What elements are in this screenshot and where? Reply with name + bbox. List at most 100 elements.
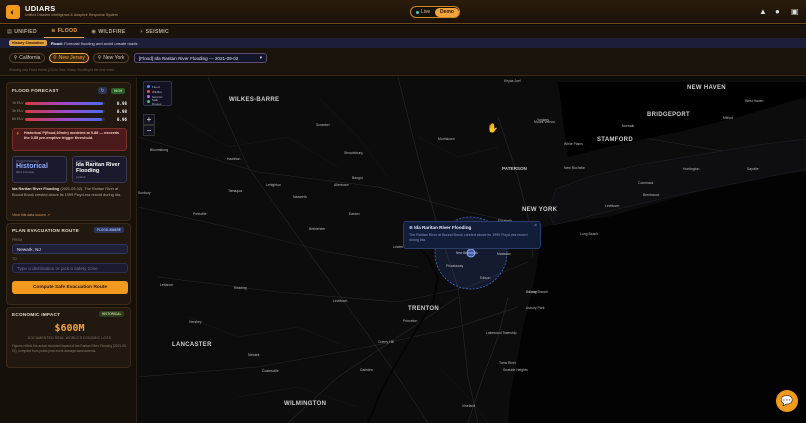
legend-dot [147,95,150,98]
state-chip-california[interactable]: ⚲ California [9,53,45,63]
scenario-popup: ≋ Ida Raritan River Flooding The Raritan… [403,221,541,249]
warning-icon[interactable]: ▲ [759,7,767,16]
tab-label: FLOOD [57,28,78,34]
tab-unified[interactable]: ▤ UNIFIED [0,25,44,38]
refresh-icon[interactable]: ↻ [98,87,107,94]
history-simulation-badge: History Simulation [9,40,47,46]
town-label: Easton [349,212,360,216]
tab-label: SEISMIC [145,28,170,35]
tab-seismic[interactable]: ⚡ SEISMIC [133,25,176,38]
city-label: WILKES-BARRE [229,97,280,103]
mode-live-option[interactable]: Live [411,9,435,15]
top-header: ◐ UDIARS Unified Disaster Intelligence &… [0,0,806,24]
forecast-row-value: 0.98 [116,108,127,114]
info-icon[interactable]: ● [775,7,780,16]
town-label: Levittown [605,204,620,208]
legend-dot [147,90,150,93]
app-logo-icon: ◐ [6,4,20,19]
economic-loss-caption: DOCUMENTED REAL-WORLD ECONOMIC LOSS [27,336,112,340]
legend-label: Safe Routes [151,97,162,106]
popup-body: The Raritan River at Bound Brook crested… [409,233,528,242]
mode-live-label: Live [421,9,431,15]
town-label: Bangor [352,176,363,180]
map-legend: Flood Wildfire Seismic Safe Routes [143,81,172,106]
from-label: FROM [12,238,22,242]
unified-icon: ▤ [7,28,13,35]
legend-item-safe-routes: Safe Routes [147,97,168,106]
active-scenario-tile: Active Scenario Ida Raritan River Floodi… [72,156,127,183]
forecast-bar [25,101,105,105]
app-subtitle: Unified Disaster Intelligence & Adaptive… [25,12,118,17]
forecast-row-label: 6h ELV [12,117,24,121]
chip-label: California [19,55,41,61]
chat-assistant-button[interactable]: 💬 [776,390,798,412]
mode-demo-option[interactable]: Demo [435,7,459,17]
to-input[interactable] [12,263,128,273]
city-label: TRENTON [408,306,439,312]
town-label: Levittown [333,299,348,303]
bolt-icon: ⚡ [139,28,144,35]
book-icon[interactable]: ▣ [791,7,799,16]
flood-forecast-title: FLOOD FORECAST [12,88,59,93]
popup-title: ≋ Ida Raritan River Flooding [409,225,535,231]
town-label: New Rochelle [564,166,585,170]
from-input[interactable]: Newark, NJ [12,244,128,254]
map-canvas[interactable]: Flood Wildfire Seismic Safe Routes + − W… [138,77,806,423]
town-label: Newark [248,353,260,357]
town-label: Piscataway [446,264,464,268]
scenario-description: Ida Raritan River Flooding (2021-09-02).… [12,187,130,198]
town-label: Sayville [747,167,759,171]
town-label: Matawan [497,252,511,256]
town-label: Lebanon [160,283,174,287]
city-label: LANCASTER [172,342,212,348]
town-label: Allentown [334,183,349,187]
town-label: Coatesville [262,369,279,373]
app-title: UDIARS [25,4,56,14]
city-label: BRIDGEPORT [647,112,691,118]
town-label: Milford [723,116,734,120]
town-label: Brentwood [643,193,660,197]
state-chip-new-jersey[interactable]: ⚲ New Jersey [49,53,89,63]
risk-badge: HIGH [111,88,125,94]
town-label: Bloomsburg [150,148,169,152]
town-label: Princeton [403,319,418,323]
town-label: Morristown [438,137,455,141]
city-label: NEW YORK [522,207,558,213]
zoom-out-button[interactable]: − [143,125,155,136]
town-label: Tamaqua [228,189,242,193]
forecast-row: 3h ELV 0.98 [12,108,127,114]
live-demo-toggle[interactable]: Live Demo [410,6,460,18]
town-label: Hazleton [227,157,241,161]
town-label: Hershey [189,320,202,324]
chip-label: New York [103,55,125,61]
economic-impact-card: ECONOMIC IMPACT HISTORICAL $600M DOCUMEN… [6,307,131,368]
left-sidebar: FLOOD FORECAST ↻ HIGH 1h ELV 0.98 3h ELV… [0,77,137,423]
state-chip-new-york[interactable]: ⚲ New York [93,53,129,63]
tab-flood[interactable]: ≋ FLOOD [44,25,85,38]
live-dot-icon [416,10,419,14]
town-label: Stroudsburg [344,151,363,155]
compute-route-button[interactable]: Compute Safe Evacuation Route [12,281,128,294]
economic-title: ECONOMIC IMPACT [12,312,61,317]
scenario-select[interactable]: [Flood] Ida Raritan River Flooding — 202… [134,53,267,63]
town-label: Lehighton [266,183,281,187]
flood-forecast-card: FLOOD FORECAST ↻ HIGH 1h ELV 0.98 3h ELV… [6,82,131,221]
close-icon[interactable]: × [534,223,537,229]
town-label: Scranton [316,123,330,127]
tab-wildfire[interactable]: ◉ WILDFIRE [84,25,132,38]
forecast-bar-fill [25,101,104,105]
town-label: Yonkers [537,118,550,122]
legend-label: Flood [152,84,160,89]
forecast-row-value: 0.98 [116,100,127,106]
scenario-description-title: Ida Raritan River Flooding [12,187,60,191]
tab-label: WILDFIRE [98,28,126,35]
town-label: Seaside Heights [503,368,528,372]
forecast-bar-fill [25,117,102,121]
zoom-in-button[interactable]: + [143,114,155,125]
data-source-link[interactable]: View this data source ↗ [12,213,50,217]
hazard-tabs: ▤ UNIFIED ≋ FLOOD ◉ WILDFIRE ⚡ SEISMIC [0,25,806,38]
town-label: Vineland [462,404,476,408]
popup-title-text: Ida Raritan River Flooding [414,225,472,230]
town-label: Pottsville [193,212,207,216]
town-label: Cherry Hill [378,340,394,344]
